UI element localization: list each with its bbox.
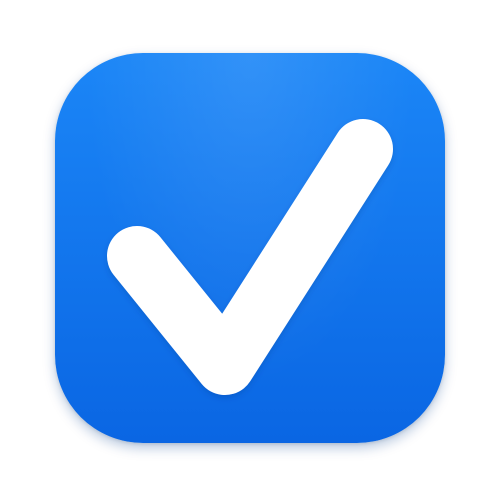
- icon-canvas: [0, 0, 500, 500]
- app-icon-tile[interactable]: [55, 53, 445, 443]
- checkmark-icon: [107, 119, 393, 395]
- checkmark-stroke: [107, 119, 393, 395]
